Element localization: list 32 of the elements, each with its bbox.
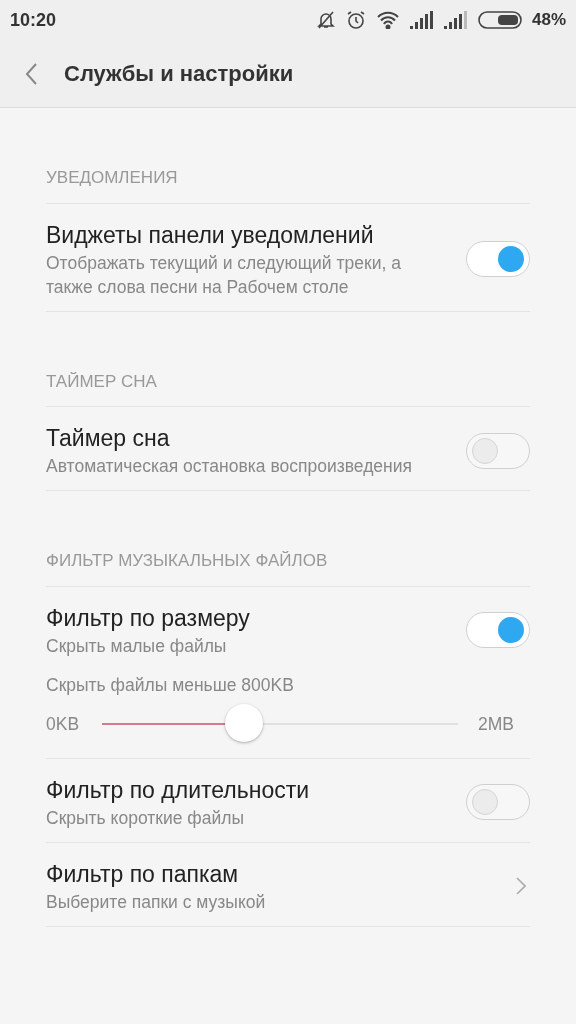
- section-header: УВЕДОМЛЕНИЯ: [46, 108, 530, 204]
- setting-title: Фильтр по размеру: [46, 603, 251, 633]
- status-time: 10:20: [10, 8, 57, 32]
- setting-title: Виджеты панели уведомлений: [46, 220, 375, 250]
- back-icon[interactable]: [24, 61, 38, 86]
- muted-bell-icon: [315, 10, 336, 30]
- signal-icon: [443, 11, 468, 29]
- toggle-switch[interactable]: [466, 612, 530, 648]
- slider-min-label: 0KB: [46, 712, 81, 736]
- setting-title: Фильтр по папкам: [46, 859, 240, 889]
- alarm-icon: [345, 10, 366, 30]
- setting-description: Скрыть короткие файлы: [46, 806, 245, 830]
- setting-title: Фильтр по длительности: [46, 775, 311, 805]
- toggle-switch[interactable]: [466, 241, 530, 277]
- slider-thumb[interactable]: [225, 703, 264, 742]
- slider-max-label: 2MB: [478, 712, 515, 736]
- battery-percent: 48%: [531, 9, 566, 32]
- setting-description: Отображать текущий и следующий треки, а также слова песни на Рабочем столе: [46, 251, 402, 299]
- battery-icon: [477, 11, 522, 29]
- setting-description: Выберите папки с музыкой: [46, 890, 267, 914]
- slider-label: Скрыть файлы меньше 800KB: [46, 673, 295, 697]
- setting-title: Таймер сна: [46, 424, 171, 453]
- signal-icon: [409, 11, 434, 29]
- chevron-icon: [516, 876, 526, 897]
- toggle-switch[interactable]: [466, 432, 530, 469]
- page-title: Службы и настройки: [64, 60, 294, 88]
- toggle-switch[interactable]: [466, 784, 530, 821]
- wifi-icon: [375, 11, 400, 29]
- setting-description: Скрыть малые файлы: [46, 634, 228, 658]
- setting-description: Автоматическая остановка воспроизведения: [46, 455, 413, 478]
- section-header: ТАЙМЕР СНА: [46, 311, 530, 407]
- section-header: ФИЛЬТР МУЗЫКАЛЬНЫХ ФАЙЛОВ: [46, 491, 530, 587]
